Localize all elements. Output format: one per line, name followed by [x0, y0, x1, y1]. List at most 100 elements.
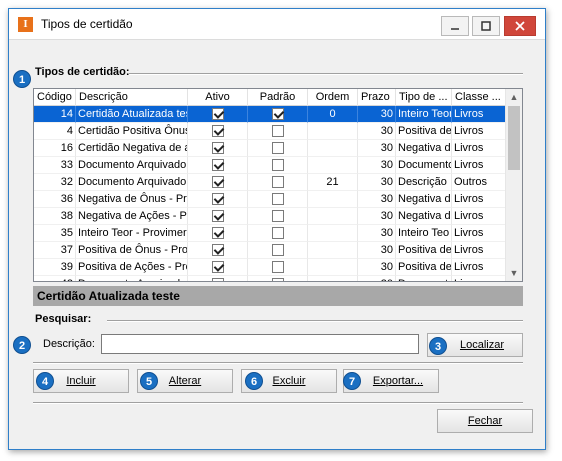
- checkbox[interactable]: [211, 108, 224, 120]
- title-bar: I Tipos de certidão: [9, 9, 545, 39]
- column-header-padrao[interactable]: Padrão: [248, 89, 308, 106]
- minimize-button[interactable]: [441, 16, 469, 36]
- table-row[interactable]: 36 Negativa de Ônus - Pro 30 Negativa d Livr…: [34, 191, 506, 208]
- exportar-label: Exportar...: [372, 375, 424, 387]
- checkbox[interactable]: [271, 142, 284, 154]
- minimize-icon: [451, 28, 459, 30]
- cell-ativo[interactable]: [188, 106, 248, 123]
- column-header-descricao[interactable]: Descrição: [76, 89, 188, 106]
- checkbox[interactable]: [211, 193, 224, 205]
- table-row[interactable]: 16 Certidão Negativa de a 30 Negativa d Livr…: [34, 140, 506, 157]
- cell-padrao[interactable]: [248, 174, 308, 191]
- cell-ativo[interactable]: [188, 259, 248, 276]
- grid-scrollbar[interactable]: ▲ ▼: [505, 89, 522, 281]
- scroll-down-arrow-icon[interactable]: ▼: [506, 265, 522, 281]
- cell-tipo: Positiva de: [396, 242, 452, 259]
- scrollbar-thumb[interactable]: [508, 106, 520, 170]
- checkbox[interactable]: [271, 125, 284, 137]
- column-header-ordem[interactable]: Ordem: [308, 89, 358, 106]
- grid-header: Código Descrição Ativo Padrão Ordem Praz…: [34, 89, 506, 106]
- column-header-ativo[interactable]: Ativo: [188, 89, 248, 106]
- cell-ativo[interactable]: [188, 242, 248, 259]
- checkbox[interactable]: [271, 244, 284, 256]
- cell-padrao[interactable]: [248, 208, 308, 225]
- checkbox[interactable]: [271, 193, 284, 205]
- cell-ordem: [308, 208, 358, 225]
- table-row[interactable]: 4 Certidão Positiva Ônus 30 Positiva de Livr…: [34, 123, 506, 140]
- cell-prazo: 30: [358, 259, 396, 276]
- column-header-prazo[interactable]: Prazo: [358, 89, 396, 106]
- cell-ativo[interactable]: [188, 140, 248, 157]
- cell-padrao[interactable]: [248, 157, 308, 174]
- column-header-tipo[interactable]: Tipo de ...: [396, 89, 452, 106]
- cell-ativo[interactable]: [188, 191, 248, 208]
- checkbox[interactable]: [211, 278, 224, 281]
- table-row[interactable]: 38 Negativa de Ações - Pr 30 Negativa d Livr…: [34, 208, 506, 225]
- grid-rows: 14Certidão Atualizada teste030Inteiro Te…: [34, 106, 506, 281]
- column-header-classe[interactable]: Classe ...: [452, 89, 506, 106]
- cell-padrao[interactable]: [248, 140, 308, 157]
- cell-codigo: 33: [34, 157, 76, 174]
- fechar-label: Fechar: [467, 415, 503, 427]
- cell-padrao[interactable]: [248, 242, 308, 259]
- table-row[interactable]: 35 Inteiro Teor - Provimer 30 Inteiro Teo Li…: [34, 225, 506, 242]
- table-row[interactable]: 39 Positiva de Ações - Pro 30 Positiva de Li…: [34, 259, 506, 276]
- checkbox[interactable]: [271, 227, 284, 239]
- description-search-input[interactable]: [101, 334, 419, 354]
- fechar-button[interactable]: Fechar: [437, 409, 533, 433]
- checkbox[interactable]: [271, 159, 284, 171]
- cell-ordem: 0: [308, 106, 358, 123]
- cell-tipo: Positiva de: [396, 259, 452, 276]
- checkbox[interactable]: [211, 125, 224, 137]
- table-row[interactable]: 33 Documento Arquivado 30 Documento Livros: [34, 157, 506, 174]
- checkbox[interactable]: [211, 261, 224, 273]
- actions-divider: [33, 362, 523, 364]
- scroll-up-arrow-icon[interactable]: ▲: [506, 89, 522, 105]
- cell-descricao: Documento Arquivado: [76, 276, 188, 281]
- cell-ativo[interactable]: [188, 225, 248, 242]
- cell-prazo: 30: [358, 242, 396, 259]
- cell-padrao[interactable]: [248, 106, 308, 123]
- checkbox[interactable]: [271, 261, 284, 273]
- table-row[interactable]: 32 Documento Arquivado 21 30 Descrição I Outr…: [34, 174, 506, 191]
- checkbox[interactable]: [211, 244, 224, 256]
- cell-tipo: Positiva de: [396, 123, 452, 140]
- column-header-codigo[interactable]: Código: [34, 89, 76, 106]
- table-row[interactable]: 42Documento Arquivado 30DocumentoLivros: [34, 276, 506, 281]
- cell-ordem: [308, 242, 358, 259]
- checkbox[interactable]: [271, 176, 284, 188]
- cell-ativo[interactable]: [188, 157, 248, 174]
- cell-tipo: Inteiro Teor: [396, 106, 452, 123]
- cell-ativo[interactable]: [188, 174, 248, 191]
- certificate-types-grid[interactable]: Código Descrição Ativo Padrão Ordem Praz…: [33, 88, 523, 282]
- checkbox[interactable]: [271, 108, 284, 120]
- checkbox[interactable]: [211, 227, 224, 239]
- checkbox[interactable]: [211, 142, 224, 154]
- cell-prazo: 30: [358, 276, 396, 281]
- app-icon: I: [18, 17, 33, 32]
- cell-prazo: 30: [358, 191, 396, 208]
- maximize-button[interactable]: [472, 16, 500, 36]
- cell-descricao: Negativa de Ações - Pr: [76, 208, 188, 225]
- cell-tipo: Documento: [396, 157, 452, 174]
- cell-padrao[interactable]: [248, 259, 308, 276]
- table-row[interactable]: 37 Positiva de Ônus - Prov 30 Positiva de Li…: [34, 242, 506, 259]
- checkbox[interactable]: [211, 176, 224, 188]
- checkbox[interactable]: [211, 210, 224, 222]
- cell-ativo[interactable]: [188, 276, 248, 281]
- cell-ordem: 21: [308, 174, 358, 191]
- checkbox[interactable]: [271, 278, 284, 281]
- checkbox[interactable]: [271, 210, 284, 222]
- cell-padrao[interactable]: [248, 276, 308, 281]
- cell-ativo[interactable]: [188, 208, 248, 225]
- cell-padrao[interactable]: [248, 123, 308, 140]
- cell-classe: Livros: [452, 208, 506, 225]
- cell-ativo[interactable]: [188, 123, 248, 140]
- callout-badge-6: 6: [245, 372, 263, 390]
- close-window-button[interactable]: [504, 16, 536, 36]
- checkbox[interactable]: [211, 159, 224, 171]
- cell-padrao[interactable]: [248, 225, 308, 242]
- cell-codigo: 38: [34, 208, 76, 225]
- cell-padrao[interactable]: [248, 191, 308, 208]
- table-row[interactable]: 14Certidão Atualizada teste 030Inteiro Te…: [34, 106, 506, 123]
